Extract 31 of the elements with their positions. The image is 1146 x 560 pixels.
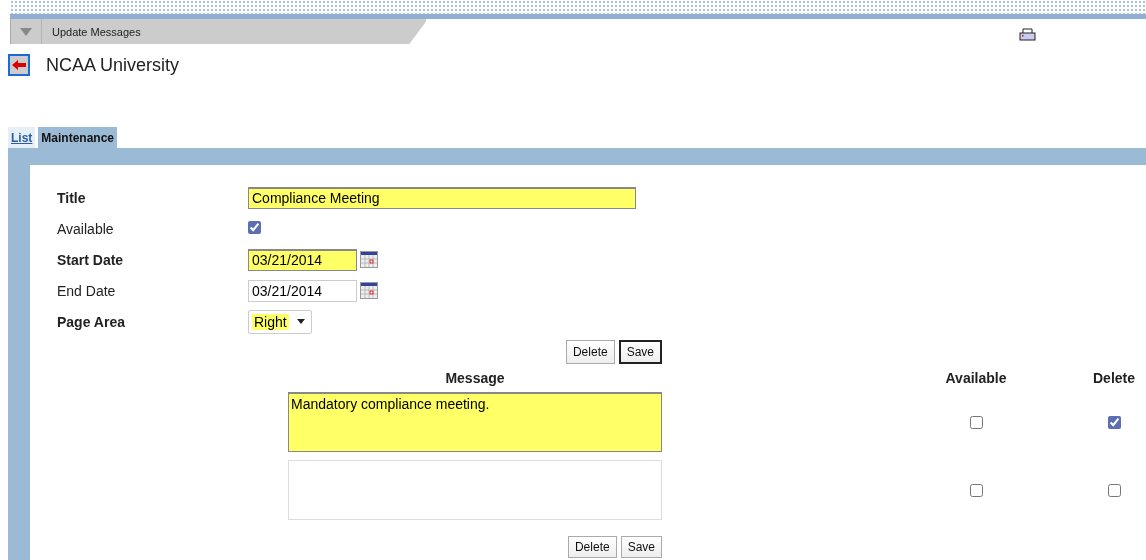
delete-checkbox[interactable] [1107,415,1121,429]
column-header: Message [445,369,505,388]
message-field[interactable] [288,460,662,520]
tab[interactable]: Maintenance [38,127,118,148]
date-field[interactable]: 03/21/2014 [248,248,357,271]
delete-button[interactable]: Delete [565,340,615,364]
available-checkbox[interactable] [969,483,983,497]
field-label: Available [57,220,115,237]
save-button[interactable]: Save [618,340,662,364]
column-header: Available [945,369,1007,388]
delete-checkbox[interactable] [1107,483,1121,497]
delete-button[interactable]: Delete [567,536,617,558]
page-title: Update Messages [52,25,141,38]
dropdown-caret-icon [296,319,305,324]
field-label: Page Area [57,313,126,330]
tab[interactable]: List [8,127,36,148]
field-label: End Date [57,282,117,299]
field-label: Title [57,189,87,206]
organization-name: NCAA University [46,54,180,76]
title-field[interactable]: Compliance Meeting [248,186,636,209]
column-header: Delete [1093,369,1135,388]
available-checkbox[interactable] [969,415,983,429]
printer-icon[interactable] [1019,28,1036,41]
field-label: Start Date [57,251,125,268]
calendar-icon[interactable] [360,282,378,299]
date-field[interactable]: 03/21/2014 [248,279,357,302]
page-area-dropdown[interactable]: Right [248,309,312,334]
message-field[interactable]: Mandatory compliance meeting. [288,392,662,452]
available-checkbox[interactable] [248,220,261,234]
save-button[interactable]: Save [620,536,662,558]
calendar-icon[interactable] [360,251,378,268]
